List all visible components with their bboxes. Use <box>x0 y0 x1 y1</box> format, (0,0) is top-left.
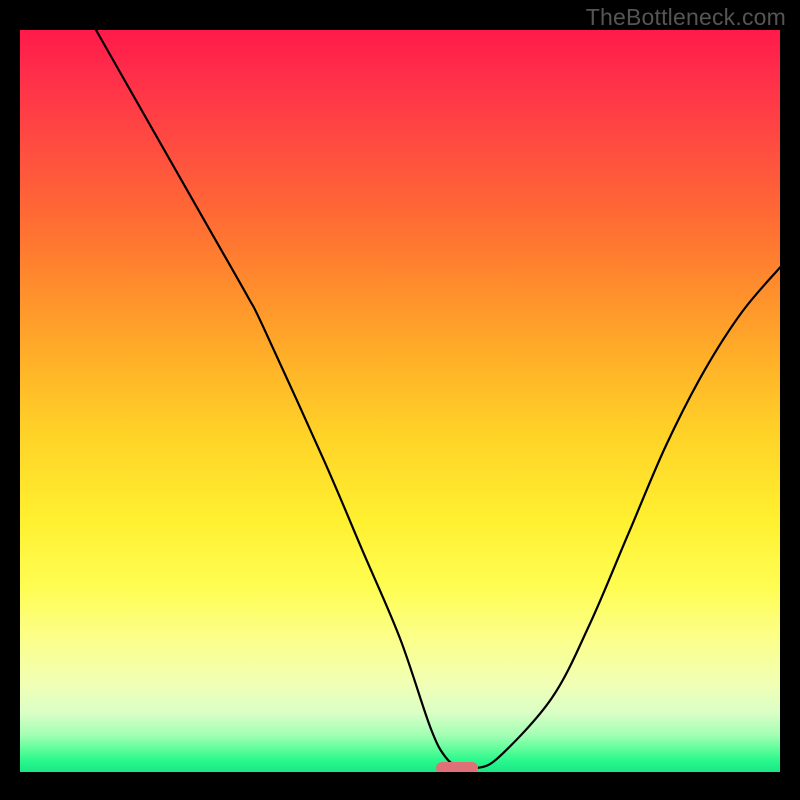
watermark-text: TheBottleneck.com <box>586 4 786 31</box>
bottleneck-curve <box>96 30 780 770</box>
bottleneck-marker <box>436 762 478 772</box>
curve-svg <box>20 30 780 772</box>
chart-frame: TheBottleneck.com <box>0 0 800 800</box>
plot-area <box>20 30 780 772</box>
